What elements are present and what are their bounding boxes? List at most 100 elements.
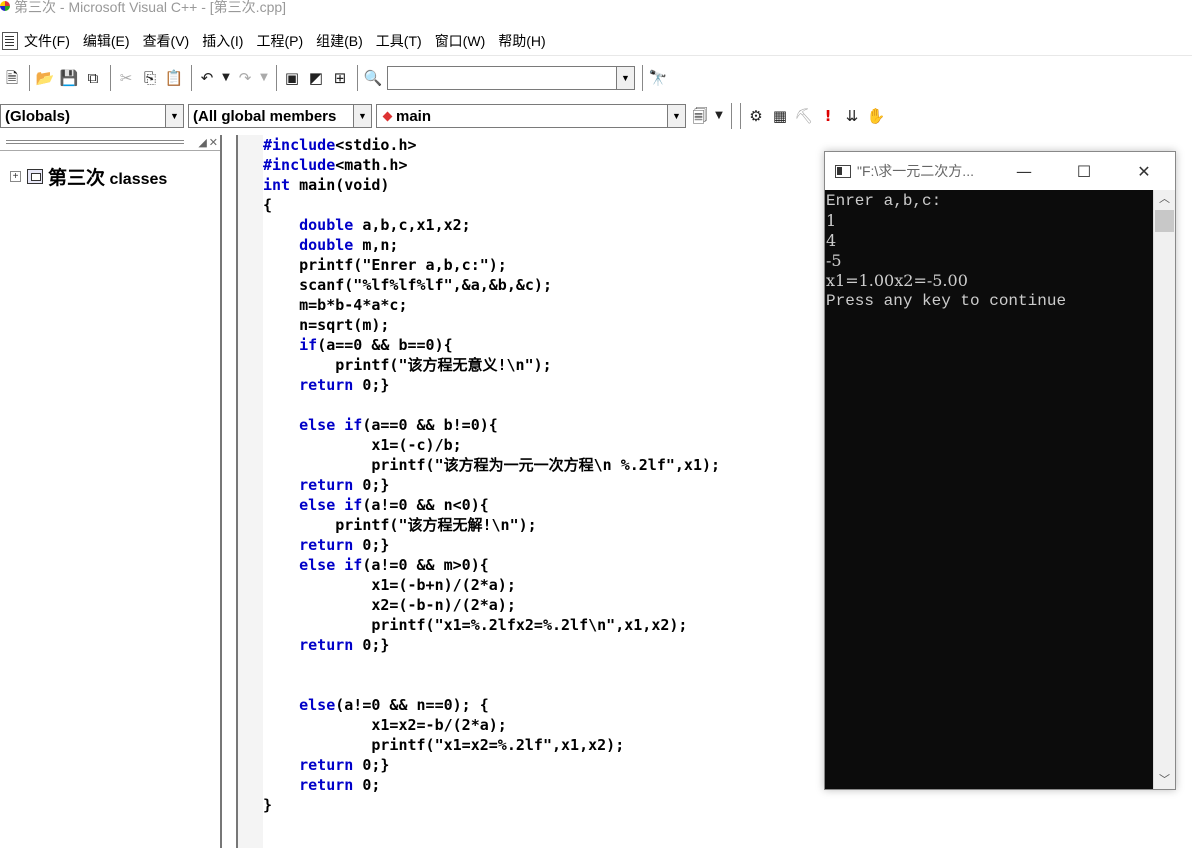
scroll-up-icon[interactable]: ︿ <box>1154 190 1175 208</box>
redo-dropdown-icon[interactable]: ▼ <box>258 67 270 89</box>
scroll-down-icon[interactable]: ﹀ <box>1154 771 1175 789</box>
wizard-dropdown-icon[interactable]: ▼ <box>713 105 725 127</box>
source-code[interactable]: #include<stdio.h> #include<math.h> int mai… <box>263 135 720 815</box>
code-line[interactable] <box>263 655 720 675</box>
undo-dropdown-icon[interactable]: ▼ <box>220 67 232 89</box>
drag-grip[interactable] <box>6 140 184 144</box>
code-line[interactable]: else if(a==0 && b!=0){ <box>263 415 720 435</box>
code-line[interactable]: return 0;} <box>263 635 720 655</box>
find-in-files-icon[interactable]: 🔍 <box>362 67 384 89</box>
code-line[interactable]: #include<stdio.h> <box>263 135 720 155</box>
code-line[interactable] <box>263 675 720 695</box>
code-line[interactable]: printf("x1=%.2lfx2=%.2lf\n",x1,x2); <box>263 615 720 635</box>
code-line[interactable]: printf("Enrer a,b,c:"); <box>263 255 720 275</box>
code-line[interactable]: n=sqrt(m); <box>263 315 720 335</box>
menu-project[interactable]: 工程(P) <box>256 31 303 51</box>
cut-icon[interactable]: ✂ <box>115 67 137 89</box>
menu-build[interactable]: 组建(B) <box>316 31 363 51</box>
undo-icon[interactable]: ↶ <box>196 67 218 89</box>
scroll-thumb[interactable] <box>1155 210 1174 232</box>
code-line[interactable]: return 0;} <box>263 755 720 775</box>
chevron-down-icon[interactable]: ▼ <box>353 105 371 127</box>
code-line[interactable]: printf("该方程为一元一次方程\n %.2lf",x1); <box>263 455 720 475</box>
chevron-down-icon[interactable]: ▼ <box>667 105 685 127</box>
save-all-icon[interactable]: ⧉ <box>82 67 104 89</box>
code-line[interactable]: x2=(-b-n)/(2*a); <box>263 595 720 615</box>
copy-icon[interactable]: ⎘ <box>139 67 161 89</box>
code-line[interactable]: double a,b,c,x1,x2; <box>263 215 720 235</box>
menu-window[interactable]: 窗口(W) <box>435 31 486 51</box>
execute-icon[interactable]: ! <box>817 105 839 127</box>
scope-combo[interactable]: (Globals) ▼ <box>0 104 184 128</box>
maximize-icon[interactable]: ☐ <box>1061 152 1107 190</box>
menu-file[interactable]: 文件(F) <box>24 31 70 51</box>
code-line[interactable]: x1=x2=-b/(2*a); <box>263 715 720 735</box>
save-icon[interactable]: 💾 <box>58 67 80 89</box>
code-line[interactable]: return 0; <box>263 775 720 795</box>
code-line[interactable]: if(a==0 && b==0){ <box>263 335 720 355</box>
editor-gutter[interactable] <box>238 135 263 848</box>
code-line[interactable]: m=b*b-4*a*c; <box>263 295 720 315</box>
document-icon[interactable] <box>2 31 18 50</box>
code-keyword: return <box>299 776 354 794</box>
console-scrollbar[interactable]: ︿ ﹀ <box>1153 190 1175 789</box>
code-line[interactable]: } <box>263 795 720 815</box>
chevron-down-icon[interactable]: ▼ <box>616 67 634 89</box>
go-icon[interactable]: ⇊ <box>841 105 863 127</box>
find-combo[interactable]: ▼ <box>387 66 635 90</box>
code-line[interactable]: else(a!=0 && n==0); { <box>263 695 720 715</box>
menu-insert[interactable]: 插入(I) <box>202 31 243 51</box>
stop-build-icon[interactable]: ⛏ <box>793 105 815 127</box>
code-line[interactable]: int main(void) <box>263 175 720 195</box>
code-line[interactable]: x1=(-b+n)/(2*a); <box>263 575 720 595</box>
function-combo[interactable]: main ▼ <box>376 104 686 128</box>
code-line[interactable]: { <box>263 195 720 215</box>
code-text: 0;} <box>353 756 390 774</box>
code-line[interactable]: printf("x1=x2=%.2lf",x1,x2); <box>263 735 720 755</box>
code-line[interactable]: return 0;} <box>263 375 720 395</box>
minimize-icon[interactable]: — <box>1001 152 1047 190</box>
close-icon[interactable]: ✕ <box>209 136 218 149</box>
class-tree-root[interactable]: + 第三次 classes <box>0 151 220 190</box>
console-window[interactable]: "F:\求一元二次方... — ☐ ✕ Enrer a,b,c: 1 4 -5 x1=1… <box>824 151 1176 790</box>
build-icon[interactable]: ▦ <box>769 105 791 127</box>
menu-help[interactable]: 帮助(H) <box>498 31 545 51</box>
code-line[interactable]: #include<math.h> <box>263 155 720 175</box>
expand-icon[interactable]: + <box>10 171 21 182</box>
paste-icon[interactable]: 📋 <box>163 67 185 89</box>
chevron-down-icon[interactable]: ▼ <box>165 105 183 127</box>
code-text: printf("该方程为一元一次方程\n %.2lf",x1); <box>371 456 721 474</box>
close-icon[interactable]: ✕ <box>1121 152 1167 190</box>
code-line[interactable]: scanf("%lf%lf%lf",&a,&b,&c); <box>263 275 720 295</box>
code-text: x1=(-c)/b; <box>371 436 462 454</box>
dock-icon[interactable]: ◢ <box>198 136 206 149</box>
open-folder-icon[interactable]: 📂 <box>34 67 56 89</box>
console-title-bar[interactable]: "F:\求一元二次方... — ☐ ✕ <box>825 152 1175 190</box>
wizard-action-icon[interactable]: 🗐 <box>689 105 711 127</box>
code-line[interactable]: return 0;} <box>263 535 720 555</box>
console-output[interactable]: Enrer a,b,c: 1 4 -5 x1=1.00x2=-5.00 Press any… <box>825 190 1154 789</box>
console-line: 4 <box>826 231 837 250</box>
menu-tools[interactable]: 工具(T) <box>376 31 422 51</box>
code-line[interactable]: double m,n; <box>263 235 720 255</box>
workspace-toggle-icon[interactable]: ▣ <box>281 67 303 89</box>
code-line[interactable]: printf("该方程无解!\n"); <box>263 515 720 535</box>
code-line[interactable]: else if(a!=0 && m>0){ <box>263 555 720 575</box>
code-line[interactable]: x1=(-c)/b; <box>263 435 720 455</box>
members-combo[interactable]: (All global members ▼ <box>188 104 372 128</box>
code-line[interactable]: else if(a!=0 && n<0){ <box>263 495 720 515</box>
output-toggle-icon[interactable]: ◩ <box>305 67 327 89</box>
window-list-icon[interactable]: ⊞ <box>329 67 351 89</box>
find-icon[interactable]: 🔭 <box>647 67 669 89</box>
new-text-file-icon[interactable]: 🗎 <box>1 67 23 89</box>
toolbar-separator <box>640 65 643 91</box>
code-line[interactable]: return 0;} <box>263 475 720 495</box>
redo-icon[interactable]: ↷ <box>234 67 256 89</box>
compile-icon[interactable]: ⚙ <box>745 105 767 127</box>
code-line[interactable]: printf("该方程无意义!\n"); <box>263 355 720 375</box>
code-line[interactable] <box>263 395 720 415</box>
menu-view[interactable]: 查看(V) <box>143 31 190 51</box>
breakpoint-hand-icon[interactable]: ✋ <box>865 105 887 127</box>
menu-edit[interactable]: 编辑(E) <box>83 31 130 51</box>
pane-splitter[interactable] <box>224 135 238 848</box>
